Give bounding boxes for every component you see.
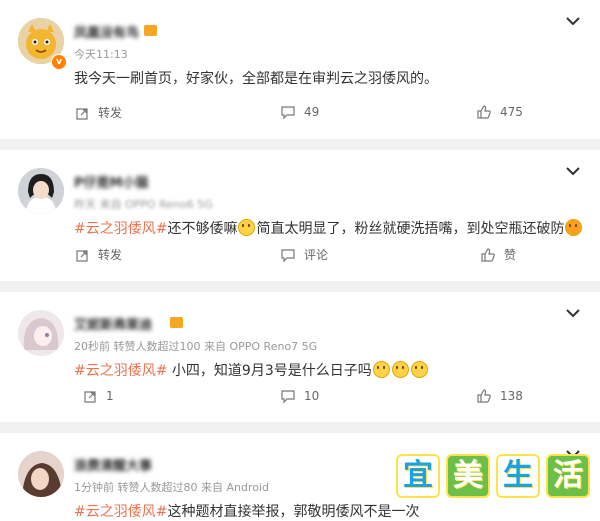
watermark-char: 生 (496, 454, 540, 498)
repost-button[interactable]: 转发 (74, 104, 122, 121)
comment-button[interactable]: 评论 (280, 246, 328, 263)
smile-emoji-icon (391, 361, 409, 378)
post-meta: 今天11:13 (74, 46, 128, 62)
post-meta: 1分钟前 转赞人数超过80 来自 Android (74, 479, 269, 495)
hashtag-link[interactable]: #云之羽倭风# (74, 363, 167, 379)
like-label: 赞 (504, 248, 517, 262)
comment-button[interactable]: 49 (280, 104, 319, 120)
thumbs-up-icon (481, 247, 495, 262)
comment-label: 评论 (304, 248, 329, 262)
avatar[interactable] (18, 310, 64, 356)
avatar[interactable] (18, 451, 64, 497)
post-meta: 昨天 来自 OPPO Reno6 5G (74, 196, 213, 212)
post-time: 20秒前 转赞人数超过100 来自 OPPO Reno7 5G (74, 340, 318, 353)
hashtag-link[interactable]: #云之羽倭风# (74, 221, 167, 237)
vip-badge-icon (170, 317, 183, 328)
repost-label: 转发 (98, 106, 123, 120)
repost-icon (84, 391, 96, 403)
username[interactable]: 凤凰没有鸟 (74, 22, 139, 41)
repost-icon (76, 249, 88, 262)
repost-icon (76, 107, 88, 120)
post-body: 还不够倭嘛 (167, 221, 238, 237)
divider (0, 281, 600, 292)
watermark-char: 美 (446, 454, 490, 498)
post-card: v 凤凰没有鸟 今天11:13 我今天一刷首页，好家伙，全部都是在审判云之羽倭风… (0, 0, 600, 139)
like-count: 138 (500, 389, 523, 403)
action-bar: 1 10 138 (0, 388, 600, 408)
post-time: 今天11:13 (74, 48, 128, 61)
laugh-emoji-icon (565, 219, 583, 236)
post-time: 1分钟前 转赞人数超过80 来自 Android (74, 481, 270, 494)
post-body: 小四，知道9月3号是什么日子吗 (171, 363, 372, 379)
post-body: 我今天一刷首页，好家伙，全部都是在审判云之羽倭风的。 (74, 71, 438, 87)
hashtag-link[interactable]: #云之羽倭风# (74, 504, 167, 520)
post-meta: 20秒前 转赞人数超过100 来自 OPPO Reno7 5G (74, 338, 317, 354)
like-button[interactable]: 赞 (480, 246, 516, 263)
post-card: 艾妮斯弗莱迪 20秒前 转赞人数超过100 来自 OPPO Reno7 5G #… (0, 292, 600, 422)
watermark-logo: 宜 美 生 活 (396, 454, 590, 498)
watermark-char: 活 (546, 454, 590, 498)
thumbs-up-icon (477, 105, 491, 119)
post-text: #云之羽倭风#还不够倭嘛 简直太明显了，粉丝就硬洗捂嘴，到处空瓶还破防 (74, 218, 583, 238)
verified-badge-icon: v (51, 54, 67, 70)
post-text: #云之羽倭风# 小四，知道9月3号是什么日子吗 (74, 360, 429, 380)
divider (0, 139, 600, 150)
smile-emoji-icon (372, 361, 390, 378)
post-time: 昨天 来自 OPPO Reno6 5G (74, 198, 213, 211)
avatar[interactable] (18, 168, 64, 214)
post-card: P仔是M小猫 昨天 来自 OPPO Reno6 5G #云之羽倭风#还不够倭嘛 简… (0, 150, 600, 281)
post-text: 我今天一刷首页，好家伙，全部都是在审判云之羽倭风的。 (74, 68, 438, 88)
post-text: #云之羽倭风#这种题材直接举报，郭敬明倭风不是一次 (74, 501, 419, 521)
like-button[interactable]: 138 (476, 388, 523, 404)
username[interactable]: 艾妮斯弗莱迪 (74, 314, 152, 333)
smile-emoji-icon (410, 361, 428, 378)
chevron-down-icon[interactable] (566, 166, 580, 176)
username[interactable]: 浪费清醒大事 (74, 455, 152, 474)
comment-count: 10 (304, 389, 320, 403)
repost-count: 1 (106, 389, 114, 403)
repost-button[interactable]: 1 (82, 388, 114, 404)
action-bar: 转发 评论 赞 (0, 246, 600, 266)
divider (0, 422, 600, 433)
thumbs-up-icon (477, 389, 491, 403)
comment-count: 49 (304, 105, 320, 119)
comment-icon (281, 248, 295, 262)
repost-button[interactable]: 转发 (74, 246, 122, 263)
smile-emoji-icon (238, 219, 256, 236)
post-body: 这种题材直接举报，郭敬明倭风不是一次 (167, 504, 420, 520)
like-count: 475 (500, 105, 523, 119)
chevron-down-icon[interactable] (566, 308, 580, 318)
watermark-char: 宜 (396, 454, 440, 498)
comment-button[interactable]: 10 (280, 388, 319, 404)
chevron-down-icon[interactable] (566, 16, 580, 26)
action-bar: 转发 49 475 (0, 104, 600, 124)
post-body-cont: 简直太明显了，粉丝就硬洗捂嘴，到处空瓶还破防 (256, 221, 565, 237)
comment-icon (281, 106, 295, 120)
vip-badge-icon (144, 25, 157, 36)
username[interactable]: P仔是M小猫 (74, 172, 148, 191)
repost-label: 转发 (98, 248, 123, 262)
comment-icon (281, 390, 295, 404)
like-button[interactable]: 475 (476, 104, 523, 120)
